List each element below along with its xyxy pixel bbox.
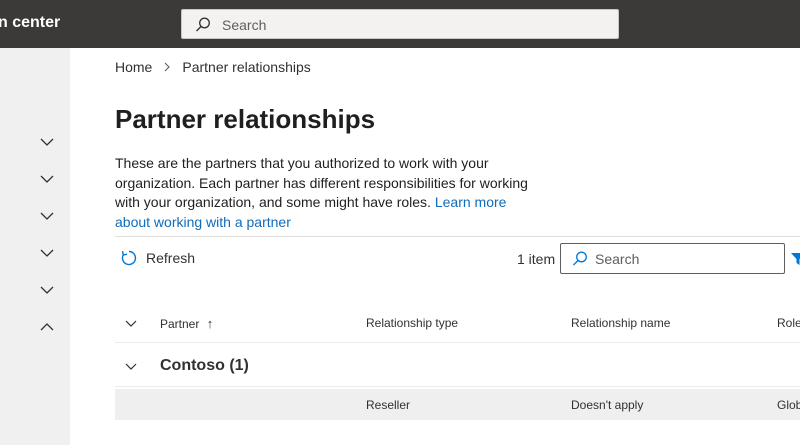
refresh-button[interactable]: Refresh [120,249,195,267]
list-search-input[interactable]: Search [595,251,639,267]
list-search-box[interactable]: Search [560,243,785,274]
chevron-down-icon[interactable] [38,244,56,262]
divider [115,236,800,237]
chevron-down-icon[interactable] [38,170,56,188]
cell-relationship-type: Reseller [366,398,411,412]
search-icon [196,17,210,32]
page-title: Partner relationships [115,104,376,134]
breadcrumb-current: Partner relationships [182,59,311,75]
column-header-relationship-type[interactable]: Relationship type [366,316,458,330]
global-search-box[interactable]: Search [181,9,619,39]
group-divider [115,386,800,387]
app-title[interactable]: n center [0,14,60,32]
column-header-relationship-name[interactable]: Relationship name [571,316,670,330]
global-search-input[interactable]: Search [222,17,266,33]
header-divider [115,342,800,343]
top-bar: n center Search [0,0,800,48]
breadcrumb-home[interactable]: Home [115,59,152,75]
cell-relationship-name: Doesn't apply [571,398,644,412]
group-collapse-chevron-icon[interactable] [124,359,138,373]
group-header-contoso[interactable]: Contoso (1) [160,357,249,375]
chevron-down-icon[interactable] [38,133,56,151]
search-icon [573,251,587,266]
item-count: 1 item [517,251,556,267]
column-header-partner[interactable]: Partner ↑ [160,316,213,331]
chevron-right-icon [164,62,171,72]
column-header-roles[interactable]: Roles [777,316,800,330]
column-header-partner-label: Partner [160,317,200,331]
refresh-label: Refresh [146,250,196,266]
chevron-up-icon[interactable] [38,318,56,336]
chevron-down-icon[interactable] [38,281,56,299]
table-row[interactable] [115,389,800,420]
refresh-icon [121,250,137,266]
filter-icon[interactable] [791,252,800,266]
cell-roles: Global [777,398,800,412]
page-description: These are the partners that you authoriz… [115,154,535,232]
left-navigation [0,48,70,445]
breadcrumb: Home Partner relationships [115,59,311,75]
collapse-all-chevron-icon[interactable] [124,316,138,330]
sort-ascending-icon: ↑ [206,316,214,331]
chevron-down-icon[interactable] [38,207,56,225]
